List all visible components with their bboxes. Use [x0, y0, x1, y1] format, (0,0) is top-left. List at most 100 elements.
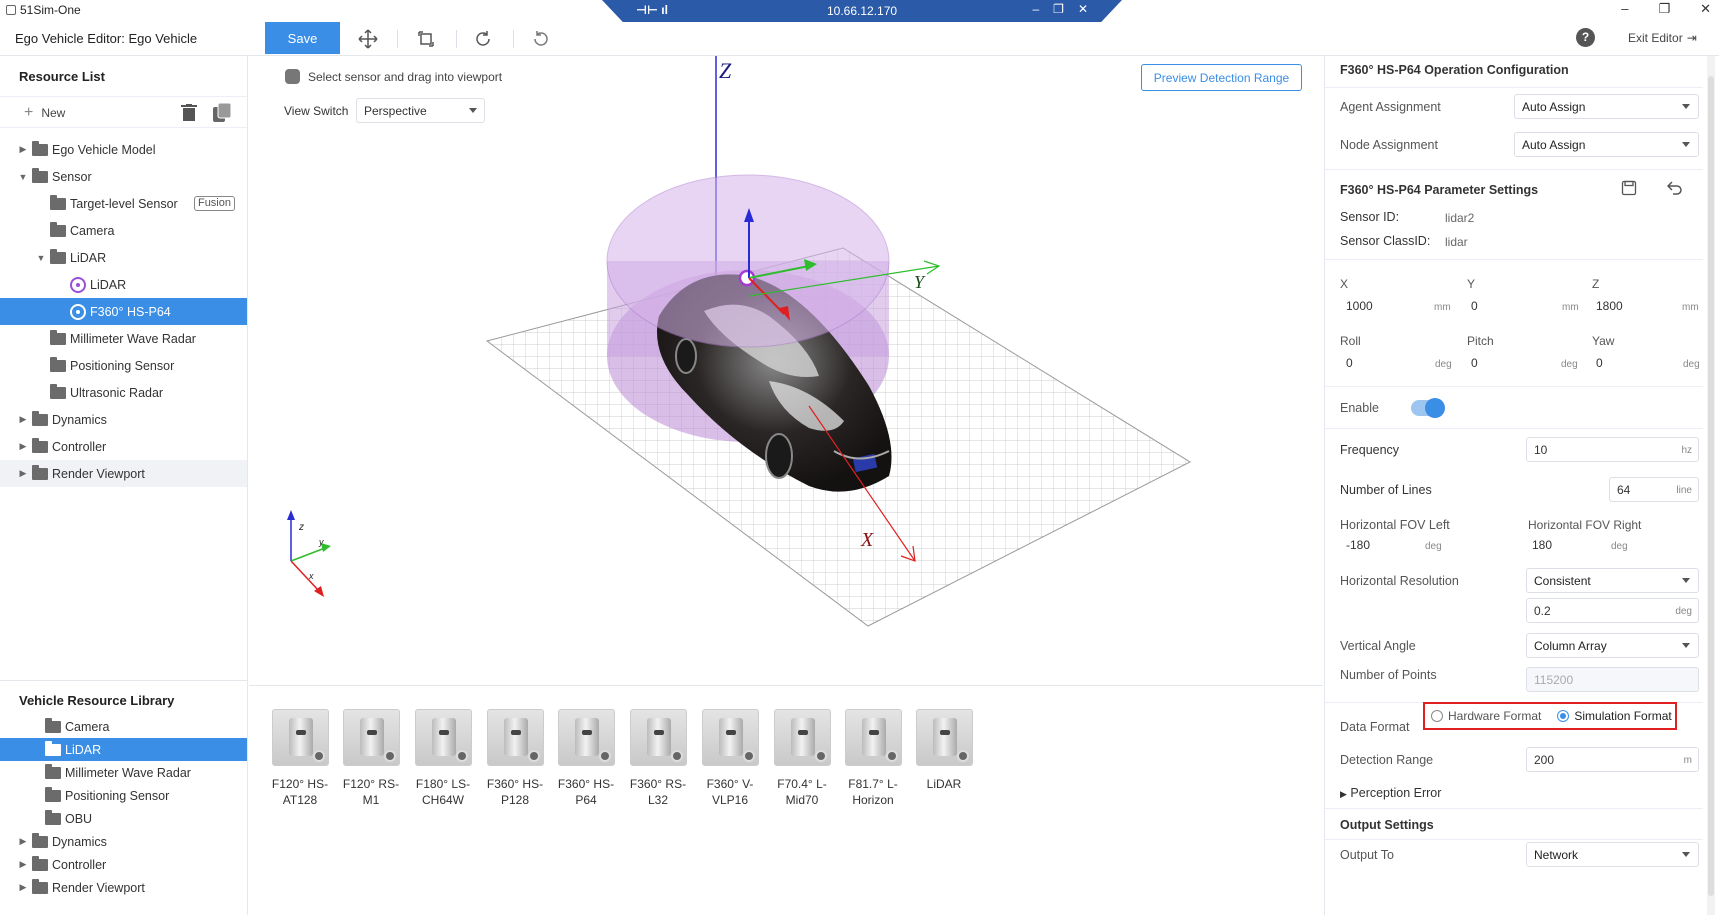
sensor-card[interactable]: F81.7° L- Horizon — [840, 709, 906, 808]
sensor-card[interactable]: F360° V- VLP16 — [697, 709, 763, 808]
lib-item-dynamics[interactable]: ▶ Dynamics — [0, 830, 247, 853]
copy-icon[interactable] — [213, 103, 231, 122]
save-button[interactable]: Save — [265, 22, 340, 54]
y-input[interactable]: 0 — [1471, 299, 1478, 313]
tree-item-positioning-sensor[interactable]: Positioning Sensor — [0, 352, 247, 379]
tree-item-camera[interactable]: Camera — [0, 217, 247, 244]
node-assignment-select[interactable]: Auto Assign — [1514, 132, 1699, 157]
lib-item-positioning-sensor[interactable]: Positioning Sensor — [0, 784, 247, 807]
enable-toggle[interactable] — [1411, 398, 1445, 418]
simulation-format-radio[interactable]: Simulation Format — [1557, 709, 1672, 723]
minimize-icon[interactable]: – — [1621, 1, 1628, 17]
gizmo-y-label: y — [318, 537, 324, 547]
sensor-card[interactable]: F360° HS- P128 — [482, 709, 548, 808]
new-label: New — [41, 106, 66, 120]
scene-canvas[interactable]: Z Y X z y x — [249, 56, 1323, 684]
caret-down-icon[interactable]: ▼ — [18, 172, 28, 182]
world-y-label: Y — [914, 272, 926, 292]
transform-icon[interactable] — [415, 28, 437, 50]
undo-icon[interactable] — [1667, 181, 1683, 195]
remote-restore-icon[interactable]: ❐ — [1053, 2, 1064, 16]
caret-right-icon[interactable]: ▶ — [18, 836, 28, 847]
agent-assignment-select[interactable]: Auto Assign — [1514, 94, 1699, 119]
view-switch-select[interactable]: Perspective — [356, 98, 485, 123]
caret-right-icon[interactable]: ▶ — [18, 468, 28, 479]
rotate-icon[interactable] — [472, 28, 494, 50]
frequency-input[interactable]: 10 hz — [1526, 437, 1699, 462]
gizmo-z-label: z — [298, 522, 304, 533]
pin-icon[interactable]: ⊣⊢ ıl — [636, 3, 668, 17]
node-assignment-label: Node Assignment — [1340, 138, 1438, 152]
folder-icon — [50, 194, 66, 210]
lib-item-millimeter-wave-radar[interactable]: Millimeter Wave Radar — [0, 761, 247, 784]
yaw-input[interactable]: 0 — [1596, 356, 1603, 370]
perception-error-toggle[interactable]: ▶ Perception Error — [1340, 786, 1441, 800]
remote-session-bar[interactable]: ⊣⊢ ıl 10.66.12.170 – ❐ ✕ — [602, 0, 1122, 22]
lib-item-obu[interactable]: OBU — [0, 807, 247, 830]
remote-minimize-icon[interactable]: – — [1032, 2, 1039, 16]
fov-left-input[interactable]: -180 — [1346, 538, 1370, 552]
remote-close-icon[interactable]: ✕ — [1078, 2, 1088, 16]
sensor-card[interactable]: LiDAR — [911, 709, 977, 792]
caret-right-icon[interactable]: ▶ — [18, 414, 28, 425]
tree-item-lidar[interactable]: LiDAR — [0, 271, 247, 298]
sensor-card[interactable]: F360° HS- P64 — [553, 709, 619, 808]
tree-item-ultrasonic-radar[interactable]: Ultrasonic Radar — [0, 379, 247, 406]
x-input[interactable]: 1000 — [1346, 299, 1373, 313]
folder-icon — [32, 140, 48, 156]
tree-item-f360-hs-p64[interactable]: F360° HS-P64 — [0, 298, 247, 325]
save-params-icon[interactable] — [1621, 180, 1637, 196]
tree-item-target-level-sensor[interactable]: Target-level Sensor Fusion — [0, 190, 247, 217]
tree-item-lidar-group[interactable]: ▼ LiDAR — [0, 244, 247, 271]
folder-icon — [32, 410, 48, 426]
restore-icon[interactable]: ❐ — [1658, 1, 1670, 17]
exit-editor-button[interactable]: Exit Editor ⇥ — [1628, 31, 1697, 45]
tree-item-millimeter-wave-radar[interactable]: Millimeter Wave Radar — [0, 325, 247, 352]
lib-item-controller[interactable]: ▶ Controller — [0, 853, 247, 876]
pitch-input[interactable]: 0 — [1471, 356, 1478, 370]
tree-item-controller[interactable]: ▶ Controller — [0, 433, 247, 460]
lib-item-camera[interactable]: Camera — [0, 715, 247, 738]
number-of-lines-input[interactable]: 64 line — [1609, 477, 1699, 502]
tree-item-ego-vehicle-model[interactable]: ▶ Ego Vehicle Model — [0, 136, 247, 163]
horizontal-resolution-label: Horizontal Resolution — [1340, 574, 1459, 588]
caret-right-icon[interactable]: ▶ — [18, 441, 28, 452]
z-input[interactable]: 1800 — [1596, 299, 1623, 313]
caret-right-icon[interactable]: ▶ — [18, 144, 28, 155]
output-to-select[interactable]: Network — [1526, 842, 1699, 867]
sensor-card[interactable]: F120° RS- M1 — [338, 709, 404, 808]
detection-range-input[interactable]: 200 m — [1526, 747, 1699, 772]
3d-viewport[interactable]: Z Y X z y x Select sensor and drag into … — [249, 56, 1323, 684]
caret-right-icon[interactable]: ▶ — [18, 859, 28, 870]
hardware-format-radio[interactable]: Hardware Format — [1431, 709, 1541, 723]
sensor-card[interactable]: F70.4° L- Mid70 — [769, 709, 835, 808]
caret-right-icon[interactable]: ▶ — [18, 882, 28, 893]
move-icon[interactable] — [357, 28, 379, 50]
sensor-card[interactable]: F120° HS- AT128 — [267, 709, 333, 808]
help-icon[interactable]: ? — [1576, 28, 1595, 47]
tree-item-render-viewport[interactable]: ▶ Render Viewport — [0, 460, 247, 487]
roll-input[interactable]: 0 — [1346, 356, 1353, 370]
tree-item-dynamics[interactable]: ▶ Dynamics — [0, 406, 247, 433]
sensor-card[interactable]: F360° RS- L32 — [625, 709, 691, 808]
lib-item-lidar[interactable]: LiDAR — [0, 738, 247, 761]
new-button[interactable]: + New — [24, 104, 65, 122]
trash-icon[interactable] — [181, 104, 197, 122]
vertical-angle-select[interactable]: Column Array — [1526, 633, 1699, 658]
reset-icon[interactable] — [530, 28, 552, 50]
lib-item-render-viewport[interactable]: ▶ Render Viewport — [0, 876, 247, 899]
preview-detection-range-button[interactable]: Preview Detection Range — [1141, 64, 1302, 91]
fov-right-input[interactable]: 180 — [1532, 538, 1552, 552]
resource-list-title: Resource List — [19, 69, 105, 84]
close-icon[interactable]: ✕ — [1700, 1, 1711, 17]
app-name: 51Sim-One — [20, 3, 81, 17]
config-scrollbar[interactable] — [1707, 56, 1715, 915]
horizontal-resolution-select[interactable]: Consistent — [1526, 568, 1699, 593]
sensor-card[interactable]: F180° LS- CH64W — [410, 709, 476, 808]
y-label: Y — [1467, 277, 1476, 291]
lidar-thumbnail — [342, 709, 400, 766]
caret-down-icon[interactable]: ▼ — [36, 253, 46, 263]
tree-item-sensor[interactable]: ▼ Sensor — [0, 163, 247, 190]
horizontal-resolution-input[interactable]: 0.2 deg — [1526, 598, 1699, 623]
lidar-badge-icon — [885, 750, 898, 762]
